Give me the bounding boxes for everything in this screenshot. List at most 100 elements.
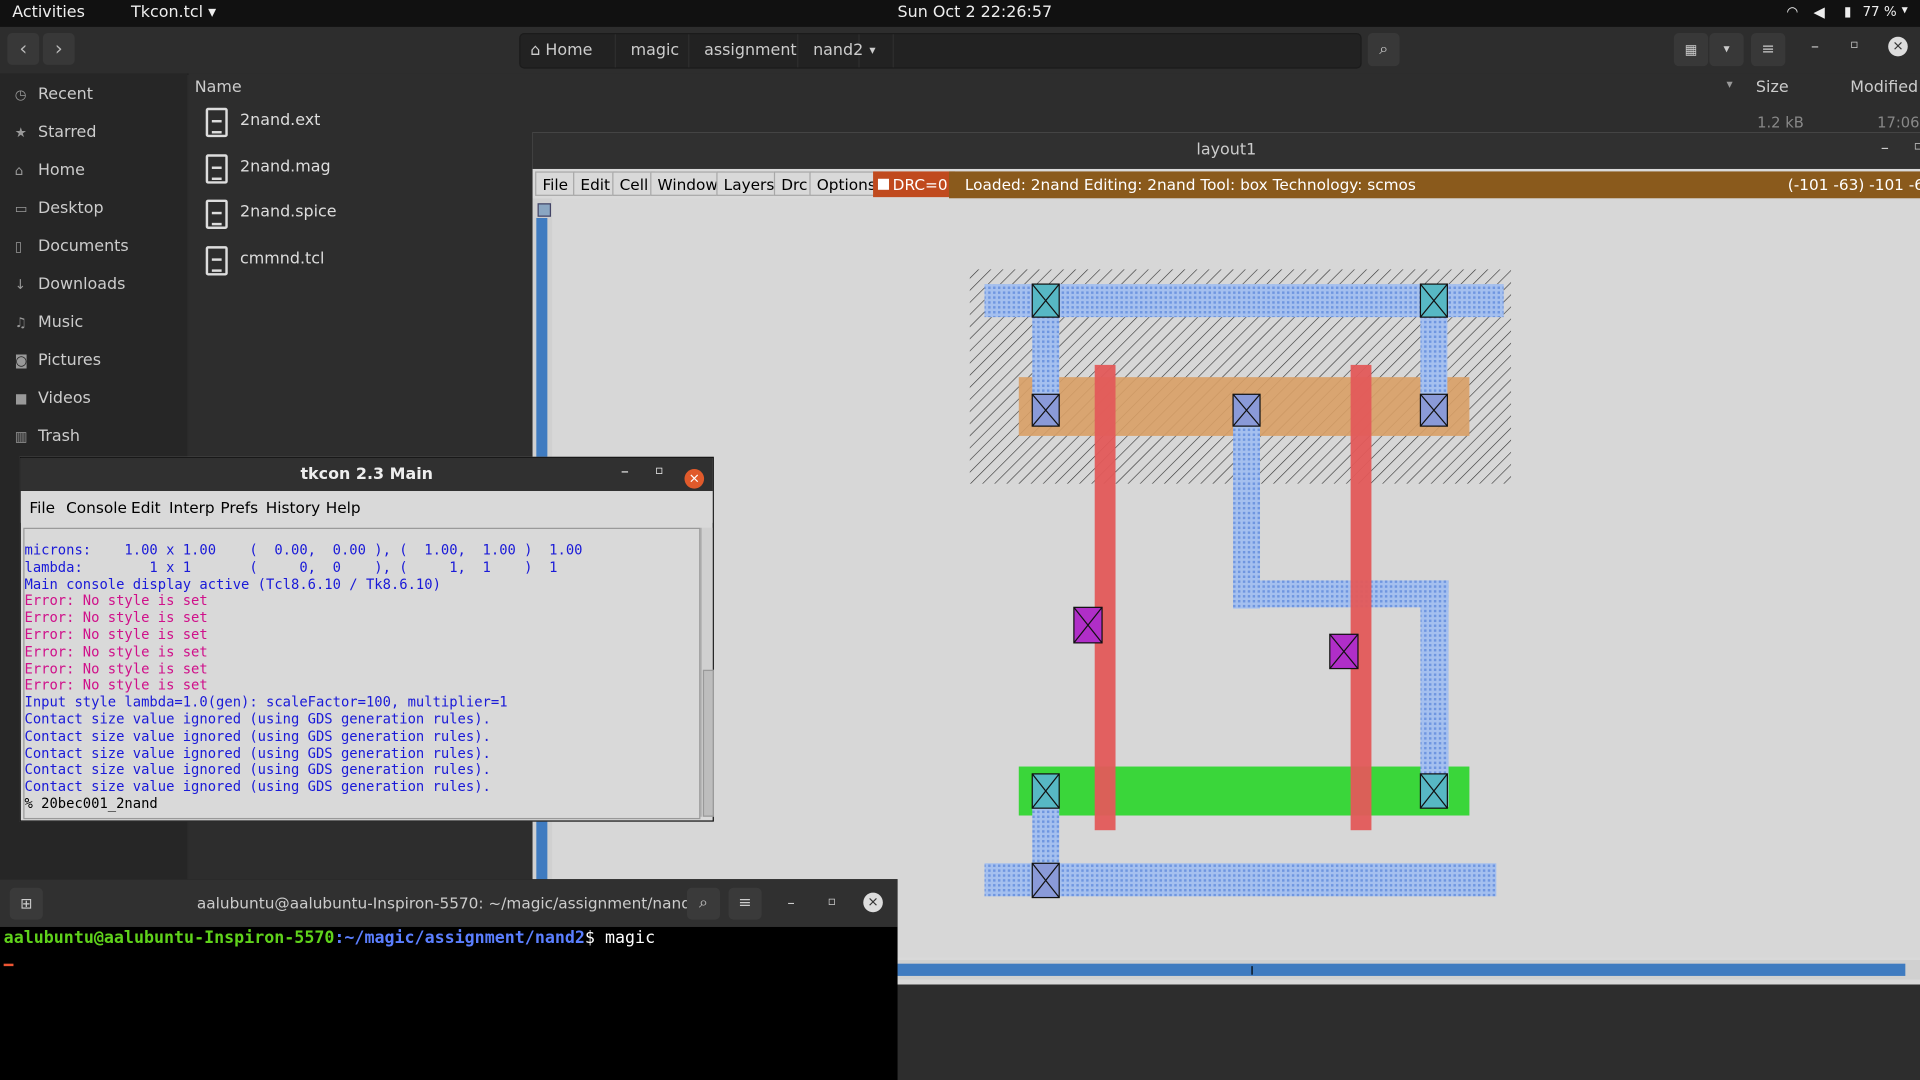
terminal-window: aalubuntu@aalubuntu-Inspiron-5570: ~/mag… — [0, 879, 898, 1080]
tkcon-scroll-thumb[interactable] — [702, 669, 714, 817]
console-line: Contact size value ignored (using GDS ge… — [24, 778, 491, 795]
prompt-user: aalubuntu@aalubuntu-Inspiron-5570 — [3, 928, 335, 948]
prompt-path: :~/magic/assignment/nand2 — [334, 928, 585, 948]
sidebar-item-pictures[interactable]: ◙ Pictures — [15, 351, 101, 369]
new-tab-button[interactable]: ⊞ — [9, 887, 43, 920]
sidebar-item-documents[interactable]: ▯ Documents — [15, 238, 129, 256]
tkcon-scrollbar[interactable] — [700, 527, 714, 817]
menu-window[interactable]: Window — [650, 171, 726, 196]
minimize-icon[interactable]: – — [1881, 140, 1889, 158]
sidebar-item-downloads[interactable]: ↓ Downloads — [15, 276, 126, 294]
view-options-button[interactable]: ▾ — [1709, 33, 1744, 67]
console-line: Error: No style is set — [24, 643, 208, 660]
sidebar-item-label: Downloads — [37, 275, 126, 294]
back-button[interactable]: ‹ — [7, 33, 40, 65]
app-menu-label: Tkcon.tcl — [131, 3, 204, 23]
horizontal-scroll-thumb[interactable] — [897, 963, 1906, 976]
document-icon: ▯ — [14, 238, 23, 255]
tk-menu-edit[interactable]: Edit — [131, 498, 161, 516]
terminal-command: magic — [604, 928, 656, 948]
tk-menu-prefs[interactable]: Prefs — [220, 498, 258, 516]
column-header-name[interactable]: Name — [195, 78, 242, 96]
app-menu[interactable]: Tkcon.tcl ▾ — [131, 4, 216, 22]
menu-layers[interactable]: Layers — [716, 171, 782, 196]
view-grid-button[interactable]: ▦ — [1673, 33, 1709, 67]
sidebar-item-music[interactable]: ♫ Music — [15, 313, 84, 331]
sidebar-item-trash[interactable]: ▥ Trash — [15, 427, 80, 445]
sidebar-item-videos[interactable]: ■ Videos — [15, 389, 91, 407]
poly-gate-a — [1094, 364, 1116, 831]
menu-button[interactable]: ≡ — [1751, 33, 1786, 67]
drc-toggle[interactable]: DRC=0 — [873, 171, 955, 198]
layout-horizontal-scrollbar[interactable] — [897, 960, 1920, 980]
search-button[interactable]: ⌕ — [1367, 33, 1400, 67]
document-icon — [205, 199, 228, 229]
breadcrumb-nand2[interactable]: nand2 — [798, 34, 863, 68]
menu-cell[interactable]: Cell — [612, 171, 656, 196]
close-button[interactable]: × — [863, 892, 883, 913]
console-line: % 20bec001_2nand — [24, 795, 158, 812]
terminal-menu-button[interactable]: ≡ — [728, 887, 762, 920]
cursor-coordinates: (-101 -63) -101 -63 r — [1787, 175, 1920, 194]
chevron-down-icon: ▾ — [1723, 42, 1730, 57]
menu-file[interactable]: File — [535, 171, 576, 196]
column-header-size[interactable]: Size — [1756, 78, 1789, 96]
tk-menu-history[interactable]: History — [266, 498, 320, 516]
sidebar-item-label: Documents — [37, 237, 129, 256]
layout-canvas[interactable] — [552, 198, 1920, 958]
sidebar-item-home[interactable]: ⌂ Home — [15, 162, 85, 180]
file-name: cmmnd.tcl — [240, 249, 325, 269]
layout-status-bar: Loaded: 2nand Editing: 2nand Tool: box T… — [948, 171, 1920, 199]
scrollbar-corner-box[interactable] — [537, 203, 552, 217]
tk-menu-help[interactable]: Help — [326, 498, 361, 516]
close-button[interactable]: × — [684, 464, 705, 489]
maximize-icon[interactable]: ▫ — [655, 464, 663, 477]
sidebar-item-label: Music — [37, 313, 84, 332]
sidebar-item-label: Pictures — [37, 351, 102, 370]
document-icon — [205, 107, 228, 138]
volume-icon[interactable]: ◀ — [1813, 4, 1824, 21]
maximize-icon[interactable]: ▫ — [1914, 140, 1920, 153]
column-header-modified[interactable]: Modified — [1850, 78, 1918, 96]
clock[interactable]: Sun Oct 2 22:26:57 — [898, 4, 1053, 22]
tk-menu-interp[interactable]: Interp — [169, 498, 215, 516]
wifi-icon[interactable]: ◠ — [1787, 4, 1799, 20]
breadcrumb-dropdown-icon[interactable]: ▾ — [860, 34, 894, 68]
system-menu-chevron-icon[interactable]: ▾ — [1902, 4, 1908, 17]
terminal-search-button[interactable]: ⌕ — [686, 887, 721, 920]
scroll-marker — [1251, 966, 1253, 975]
file-name: 2nand.mag — [240, 157, 331, 177]
document-icon — [205, 154, 228, 184]
minimize-icon[interactable]: – — [1811, 38, 1819, 56]
maximize-icon[interactable]: ▫ — [828, 895, 836, 908]
tkcon-console-output[interactable]: microns: 1.00 x 1.00 ( 0.00, 0.00 ), ( 1… — [23, 527, 701, 820]
maximize-icon[interactable]: ▫ — [1850, 38, 1858, 51]
poly-gate-b — [1350, 364, 1372, 831]
sidebar-item-desktop[interactable]: ▭ Desktop — [15, 200, 104, 218]
forward-button[interactable]: › — [42, 33, 75, 65]
sidebar-item-recent[interactable]: ◷ Recent — [15, 86, 93, 104]
activities-button[interactable]: Activities — [12, 4, 85, 22]
hamburger-icon: ≡ — [738, 893, 752, 913]
menu-edit[interactable]: Edit — [573, 171, 618, 196]
breadcrumb-assignment[interactable]: assignment — [689, 34, 799, 68]
terminal-output[interactable]: aalubuntu@aalubuntu-Inspiron-5570:~/magi… — [4, 928, 655, 948]
video-icon: ■ — [14, 390, 28, 407]
sidebar-item-label: Trash — [37, 427, 81, 446]
console-line: Contact size value ignored (using GDS ge… — [24, 745, 491, 762]
layout-drawing — [969, 269, 1512, 899]
sort-chevron-icon[interactable]: ▾ — [1727, 78, 1733, 91]
path-bar: ⌂ Home magic assignment nand2 ▾ — [519, 33, 1362, 69]
tk-menu-file[interactable]: File — [29, 498, 55, 516]
battery-icon[interactable]: ▮ — [1844, 4, 1851, 20]
star-icon: ★ — [14, 124, 27, 141]
close-button[interactable]: × — [1888, 36, 1908, 57]
sidebar-item-starred[interactable]: ★ Starred — [15, 124, 97, 142]
clock-icon: ◷ — [14, 86, 27, 103]
tk-menu-console[interactable]: Console — [66, 498, 127, 516]
breadcrumb-home[interactable]: ⌂ Home — [520, 34, 616, 68]
breadcrumb-magic[interactable]: magic — [616, 34, 690, 68]
top-bar: Activities Tkcon.tcl ▾ Sun Oct 2 22:26:5… — [0, 0, 1920, 27]
minimize-icon[interactable]: – — [787, 894, 794, 911]
minimize-icon[interactable]: – — [621, 463, 629, 481]
